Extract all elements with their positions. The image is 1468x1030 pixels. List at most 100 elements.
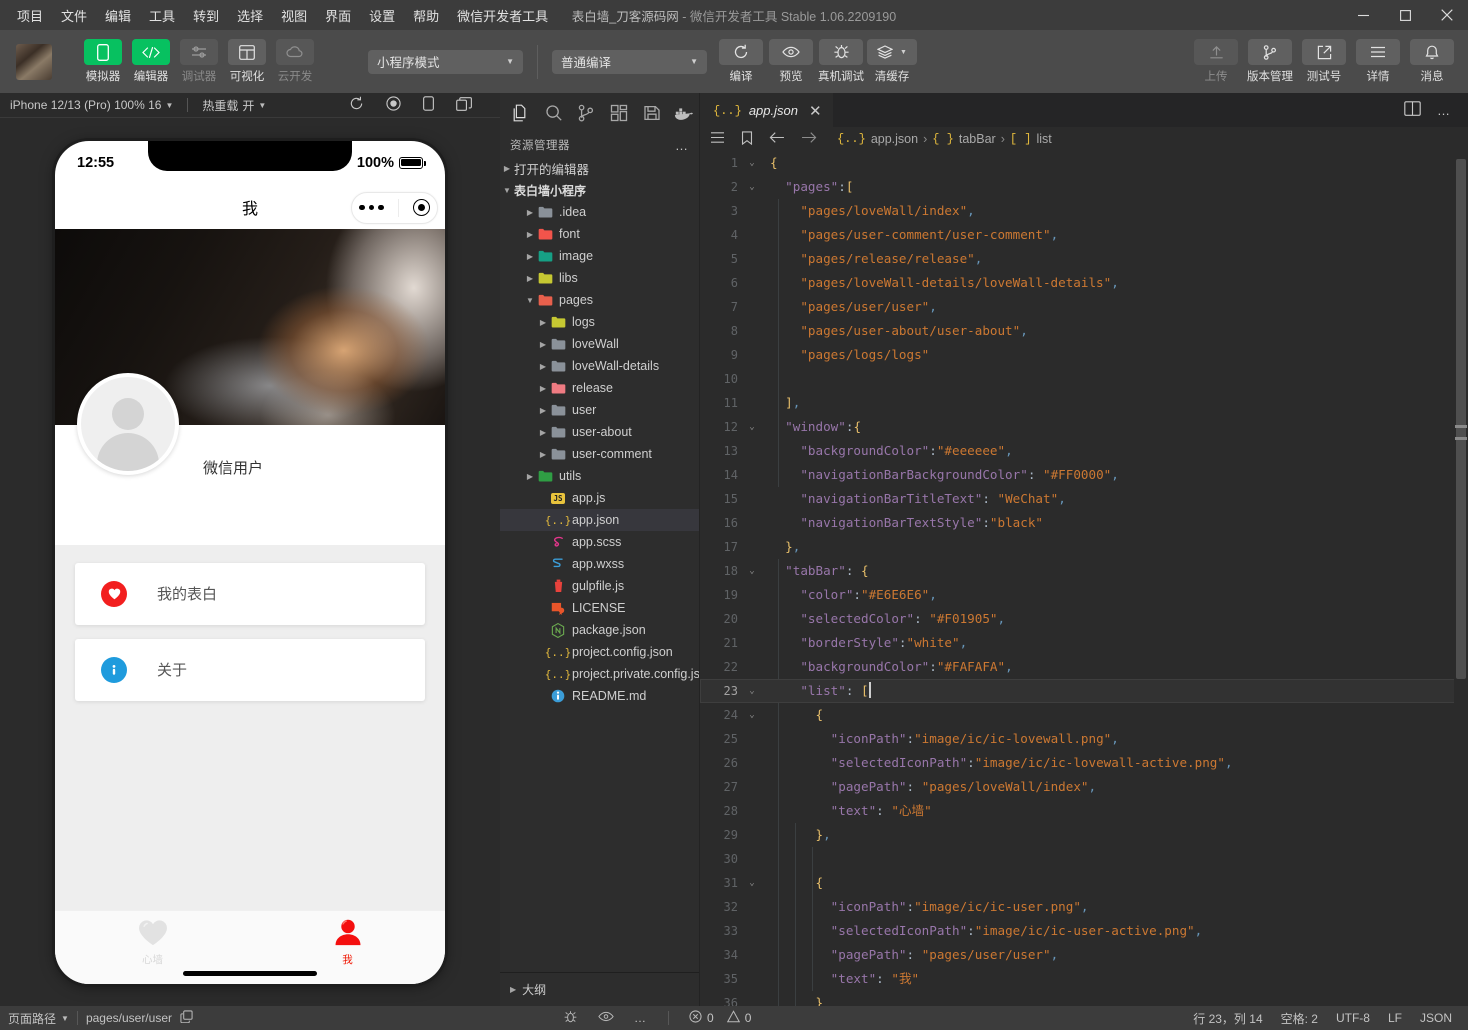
extensions-icon[interactable] bbox=[604, 98, 634, 128]
explorer-more-icon[interactable]: … bbox=[675, 138, 689, 153]
code-line[interactable]: 23⌄ "list": [ bbox=[700, 679, 1468, 703]
fold-chevron-down-icon[interactable]: ⌄ bbox=[744, 559, 760, 583]
breadcrumb-item-file[interactable]: app.json bbox=[871, 132, 918, 146]
tree-item-user-about[interactable]: ▶user-about bbox=[500, 421, 699, 443]
code-line[interactable]: 22 "backgroundColor":"#FAFAFA", bbox=[700, 655, 1468, 679]
editor-more-icon[interactable]: … bbox=[1437, 103, 1452, 118]
tree-item-project.config.json[interactable]: {..}project.config.json bbox=[500, 641, 699, 663]
tree-item-app.js[interactable]: JSapp.js bbox=[500, 487, 699, 509]
menu-item-view[interactable]: 视图 bbox=[272, 3, 316, 28]
problems-indicator[interactable]: 0 0 bbox=[689, 1010, 751, 1026]
code-line[interactable]: 31⌄ { bbox=[700, 871, 1468, 895]
tree-section-project-root[interactable]: ▼ 表白墙小程序 bbox=[500, 179, 699, 201]
wechat-capsule[interactable] bbox=[351, 192, 438, 224]
code-line[interactable]: 36 } bbox=[700, 991, 1468, 1006]
bug-icon[interactable] bbox=[563, 1010, 578, 1027]
tree-item-app.scss[interactable]: app.scss bbox=[500, 531, 699, 553]
scrollbar-thumb[interactable] bbox=[1456, 159, 1466, 679]
code-line[interactable]: 29 }, bbox=[700, 823, 1468, 847]
code-line[interactable]: 19 "color":"#E6E6E6", bbox=[700, 583, 1468, 607]
code-line[interactable]: 33 "selectedIconPath":"image/ic/ic-user-… bbox=[700, 919, 1468, 943]
file-tree[interactable]: ▶ 打开的编辑器 ▼ 表白墙小程序 ▶.idea▶font▶image▶libs… bbox=[500, 157, 699, 972]
code-line[interactable]: 13 "backgroundColor":"#eeeeee", bbox=[700, 439, 1468, 463]
code-line[interactable]: 21 "borderStyle":"white", bbox=[700, 631, 1468, 655]
search-icon[interactable] bbox=[539, 98, 569, 128]
menu-item-settings[interactable]: 设置 bbox=[360, 3, 404, 28]
eye-icon[interactable] bbox=[598, 1011, 614, 1025]
record-icon[interactable] bbox=[386, 96, 401, 114]
toolbar-button-clear-cache[interactable]: ▼ 清缓存 bbox=[867, 39, 917, 84]
device-rotate-icon[interactable] bbox=[423, 96, 434, 114]
breadcrumb-item-tabbar[interactable]: tabBar bbox=[959, 132, 996, 146]
tree-item-utils[interactable]: ▶utils bbox=[500, 465, 699, 487]
tree-item-app.wxss[interactable]: app.wxss bbox=[500, 553, 699, 575]
toolbar-button-version[interactable]: 版本管理 bbox=[1246, 39, 1294, 84]
copy-icon[interactable] bbox=[180, 1010, 193, 1026]
code-line[interactable]: 12⌄ "window":{ bbox=[700, 415, 1468, 439]
language-mode[interactable]: JSON bbox=[1420, 1011, 1452, 1025]
fold-chevron-down-icon[interactable]: ⌄ bbox=[744, 151, 760, 175]
tree-item-image[interactable]: ▶image bbox=[500, 245, 699, 267]
toolbar-button-visual[interactable]: 可视化 bbox=[224, 39, 270, 84]
fold-chevron-down-icon[interactable]: ⌄ bbox=[744, 415, 760, 439]
tab-user[interactable]: 我 bbox=[250, 919, 445, 967]
code-line[interactable]: 27 "pagePath": "pages/loveWall/index", bbox=[700, 775, 1468, 799]
mode-select[interactable]: 小程序模式 ▼ bbox=[368, 50, 523, 74]
editor-scrollbar[interactable] bbox=[1454, 151, 1468, 1006]
refresh-icon[interactable] bbox=[349, 96, 364, 114]
device-select[interactable]: iPhone 12/13 (Pro) 100% 16 ▼ bbox=[10, 98, 173, 112]
hot-reload-toggle[interactable]: 热重载 开 ▼ bbox=[202, 97, 266, 114]
docker-icon[interactable] bbox=[669, 98, 699, 128]
tree-item-logs[interactable]: ▶logs bbox=[500, 311, 699, 333]
tree-item-pages[interactable]: ▼pages bbox=[500, 289, 699, 311]
breadcrumb-item-list[interactable]: list bbox=[1036, 132, 1051, 146]
toolbar-button-preview[interactable]: 预览 bbox=[767, 39, 815, 84]
close-target-icon[interactable] bbox=[413, 199, 430, 216]
code-line[interactable]: 3 "pages/loveWall/index", bbox=[700, 199, 1468, 223]
code-line[interactable]: 16 "navigationBarTextStyle":"black" bbox=[700, 511, 1468, 535]
menu-item-goto[interactable]: 转到 bbox=[184, 3, 228, 28]
toolbar-button-simulator[interactable]: 模拟器 bbox=[80, 39, 126, 84]
bookmark-icon[interactable] bbox=[741, 131, 753, 148]
fold-chevron-down-icon[interactable]: ⌄ bbox=[744, 679, 760, 703]
code-line[interactable]: 15 "navigationBarTitleText": "WeChat", bbox=[700, 487, 1468, 511]
close-icon[interactable]: ✕ bbox=[809, 102, 822, 120]
minimize-button[interactable] bbox=[1342, 0, 1384, 30]
code-line[interactable]: 20 "selectedColor": "#F01905", bbox=[700, 607, 1468, 631]
status-more-icon[interactable]: … bbox=[634, 1011, 648, 1025]
menu-item-edit[interactable]: 编辑 bbox=[96, 3, 140, 28]
toolbar-button-testid[interactable]: 测试号 bbox=[1300, 39, 1348, 84]
tree-item-license[interactable]: LICENSE bbox=[500, 597, 699, 619]
encoding-setting[interactable]: UTF-8 bbox=[1336, 1011, 1370, 1025]
tree-item-release[interactable]: ▶release bbox=[500, 377, 699, 399]
tree-item-package.json[interactable]: package.json bbox=[500, 619, 699, 641]
tree-item-font[interactable]: ▶font bbox=[500, 223, 699, 245]
compile-select[interactable]: 普通编译 ▼ bbox=[552, 50, 707, 74]
code-line[interactable]: 8 "pages/user-about/user-about", bbox=[700, 319, 1468, 343]
tree-item-readme.md[interactable]: README.md bbox=[500, 685, 699, 707]
editor-tab-app-json[interactable]: {..} app.json ✕ bbox=[700, 93, 833, 127]
menu-item-devtools[interactable]: 微信开发者工具 bbox=[448, 3, 557, 28]
avatar[interactable] bbox=[77, 373, 179, 475]
code-line[interactable]: 34 "pagePath": "pages/user/user", bbox=[700, 943, 1468, 967]
toolbar-button-debugger[interactable]: 调试器 bbox=[176, 39, 222, 84]
code-line[interactable]: 24⌄ { bbox=[700, 703, 1468, 727]
code-line[interactable]: 5 "pages/release/release", bbox=[700, 247, 1468, 271]
cursor-position[interactable]: 行 23，列 14 bbox=[1193, 1010, 1262, 1027]
code-line[interactable]: 18⌄ "tabBar": { bbox=[700, 559, 1468, 583]
menu-item-interface[interactable]: 界面 bbox=[316, 3, 360, 28]
code-line[interactable]: 14 "navigationBarBackgroundColor": "#FF0… bbox=[700, 463, 1468, 487]
code-line[interactable]: 25 "iconPath":"image/ic/ic-lovewall.png"… bbox=[700, 727, 1468, 751]
outline-section[interactable]: ▶ 大纲 bbox=[500, 972, 699, 1006]
tree-item-.idea[interactable]: ▶.idea bbox=[500, 201, 699, 223]
code-line[interactable]: 10 bbox=[700, 367, 1468, 391]
tree-item-project.private.config.js-[interactable]: {..}project.private.config.js… bbox=[500, 663, 699, 685]
toolbar-button-compile[interactable]: 编译 bbox=[717, 39, 765, 84]
explorer-icon[interactable] bbox=[506, 98, 536, 128]
list-icon[interactable] bbox=[710, 131, 725, 147]
code-line[interactable]: 11 ], bbox=[700, 391, 1468, 415]
menu-item-project[interactable]: 项目 bbox=[8, 3, 52, 28]
menu-item-help[interactable]: 帮助 bbox=[404, 3, 448, 28]
toolbar-button-messages[interactable]: 消息 bbox=[1408, 39, 1456, 84]
page-path-dropdown[interactable]: 页面路径 ▼ bbox=[8, 1010, 69, 1027]
